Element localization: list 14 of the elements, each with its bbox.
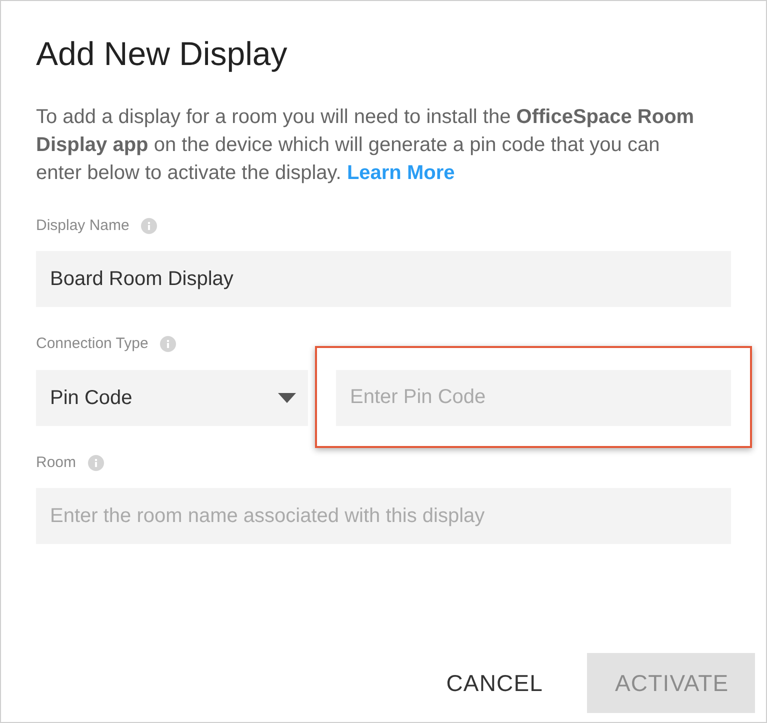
field-label: Room <box>36 452 76 472</box>
text-field[interactable]: Board Room Display <box>36 251 731 307</box>
field-label: Connection Type <box>36 334 148 354</box>
intro-text: To add a display for a room you will need to install the OfficeSpace Room Display app on the device which will generate a pin code that you can enter below to activate the display. Learn More <box>36 104 696 186</box>
info-icon <box>141 218 158 234</box>
field-label: Display Name <box>36 216 130 236</box>
info-icon <box>88 454 104 471</box>
dropdown[interactable]: Pin Code <box>36 370 308 426</box>
pin-code-field[interactable]: Enter Pin Code <box>336 370 731 426</box>
cancel-button[interactable]: CANCEL <box>418 653 571 713</box>
info-icon <box>160 336 176 352</box>
text-field[interactable]: Enter the room name associated with this display <box>36 488 731 544</box>
caret-icon <box>278 392 296 402</box>
dialog-title: Add New Display <box>36 34 288 74</box>
